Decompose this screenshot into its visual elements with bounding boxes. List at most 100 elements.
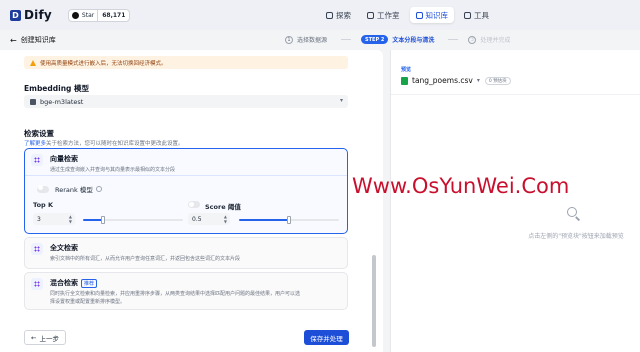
- estimated-chunks-badge: 0 预估块: [484, 76, 511, 85]
- settings-panel: 使用高质量模式进行嵌入后，无法切换回经济模式。 Embedding 模型 bge…: [0, 50, 383, 352]
- step-divider: [448, 39, 459, 40]
- preview-file-select[interactable]: tang_poems.csv ▾ 0 预估块: [401, 76, 511, 85]
- nav-tools-label: 工具: [474, 10, 489, 20]
- divider: [391, 94, 640, 95]
- step-3-number: 3: [468, 35, 477, 44]
- top-k-slider-handle[interactable]: [101, 216, 105, 224]
- help-icon: [95, 186, 102, 192]
- warning-banner: 使用高质量模式进行嵌入后，无法切换回经济模式。: [24, 56, 348, 69]
- nav-knowledge[interactable]: 知识库: [409, 7, 454, 23]
- hybrid-search-icon: [31, 278, 43, 290]
- steps-bar: ← 创建知识库 1 选择数据源 STEP 2 文本分段与清洗 3 处理并完成: [0, 30, 640, 50]
- back-label: 创建知识库: [20, 36, 56, 44]
- full-text-search-desc: 索引文档中的所有词汇，从而允许用户查询任意词汇，并返回包含这些词汇的文本片段: [50, 256, 241, 262]
- back-to-create-knowledge[interactable]: ← 创建知识库: [10, 35, 56, 45]
- hybrid-search-desc-line2: 择设置权重或配置重新排序模型。: [50, 299, 126, 305]
- chevron-down-icon: ▾: [339, 97, 343, 104]
- preview-panel: 预览 tang_poems.csv ▾ 0 预估块 点击左侧的"预览块"按钮来加…: [390, 50, 640, 352]
- preview-file-name: tang_poems.csv: [412, 76, 473, 85]
- score-threshold-value: 0.5: [192, 216, 202, 223]
- nav-tools[interactable]: 工具: [458, 7, 495, 23]
- retrieval-description: 了解更多关于检索方法，您可以随时在知识库设置中更改此设置。: [24, 139, 184, 147]
- dify-logo[interactable]: D Dify: [10, 8, 52, 22]
- hybrid-search-desc-line1: 同时执行全文检索和向量检索，并应用重排序步骤，从两类查询结果中选择匹配用户问题的…: [50, 291, 301, 297]
- top-k-value: 3: [37, 216, 41, 223]
- retrieval-settings-label: 检索设置: [24, 129, 54, 138]
- scrollbar[interactable]: [372, 255, 376, 347]
- step-1: 1 选择数据源: [285, 35, 327, 44]
- divider: [25, 175, 347, 176]
- step-1-number: 1: [285, 35, 293, 44]
- nav-explore[interactable]: 探索: [320, 7, 357, 23]
- vector-search-title: 向量检索: [50, 155, 78, 163]
- vector-search-option[interactable]: 向量检索 通过生成查询嵌入并查询与其向量表示最相似的文本分段 Rerank 模型…: [24, 148, 348, 234]
- score-threshold-slider-handle[interactable]: [287, 216, 291, 224]
- top-navigation-bar: D Dify Star 68,171 探索 工作室 知识库 工具: [0, 0, 640, 30]
- step-2-number: STEP 2: [361, 35, 389, 44]
- rerank-label: Rerank 模型: [55, 186, 93, 194]
- nav-knowledge-label: 知识库: [425, 10, 449, 20]
- step-divider: [341, 39, 352, 40]
- score-threshold-slider[interactable]: [239, 216, 339, 224]
- github-star-button[interactable]: Star 68,171: [67, 8, 131, 22]
- github-star-count: 68,171: [102, 11, 126, 19]
- embedding-model-label: Embedding 模型: [24, 84, 90, 93]
- score-threshold-slider-fill: [239, 219, 289, 221]
- step-1-label: 选择数据源: [297, 37, 328, 44]
- recommended-badge: 推荐: [81, 279, 98, 288]
- top-k-slider-fill: [83, 219, 103, 221]
- step-2-label: 文本分段与清洗: [392, 37, 435, 44]
- arrow-left-icon: ←: [10, 35, 17, 45]
- full-text-search-icon: [31, 243, 43, 255]
- top-k-label: Top K: [33, 201, 53, 209]
- vector-search-header: 向量检索 通过生成查询嵌入并查询与其向量表示最相似的文本分段: [31, 154, 175, 173]
- embedding-model-select[interactable]: bge-m3latest ▾: [24, 95, 348, 108]
- save-and-process-button[interactable]: 保存并处理: [304, 330, 349, 345]
- nav-studio[interactable]: 工作室: [361, 7, 406, 23]
- main-nav: 探索 工作室 知识库 工具: [320, 7, 495, 23]
- arrow-left-icon: ←: [31, 333, 37, 342]
- vector-search-icon: [31, 154, 43, 166]
- embedding-model-value: bge-m3latest: [40, 97, 84, 106]
- warning-icon: [30, 59, 36, 66]
- top-k-slider[interactable]: [83, 216, 183, 224]
- learn-more-link[interactable]: 了解更多: [24, 141, 46, 147]
- full-text-search-option[interactable]: 全文检索 索引文档中的所有词汇，从而允许用户查询任意词汇，并返回包含这些词汇的文…: [24, 237, 348, 269]
- rerank-toggle[interactable]: [37, 185, 49, 193]
- previous-step-label: 上一步: [39, 334, 59, 343]
- stepper: 1 选择数据源 STEP 2 文本分段与清洗 3 处理并完成: [285, 35, 524, 44]
- step-3-label: 处理并完成: [480, 37, 511, 44]
- full-text-search-title: 全文检索: [50, 244, 78, 252]
- hybrid-search-option[interactable]: 混合检索 推荐 同时执行全文检索和向量检索，并应用重排序步骤，从两类查询结果中选择…: [24, 272, 348, 310]
- score-threshold-input[interactable]: 0.5 ▲ ▼: [188, 213, 230, 225]
- hybrid-search-title: 混合检索: [50, 279, 78, 287]
- rerank-row: Rerank 模型: [37, 184, 102, 194]
- warning-text: 使用高质量模式进行嵌入后，无法切换回经济模式。: [40, 60, 167, 67]
- retrieval-description-text: 关于检索方法，您可以随时在知识库设置中更改此设置。: [46, 141, 184, 147]
- step-3: 3 处理并完成: [468, 35, 510, 44]
- chevron-down-icon: ▾: [476, 77, 480, 84]
- dify-logo-mark: D: [10, 9, 21, 21]
- tools-icon: [464, 11, 471, 19]
- zoom-search-icon: [567, 207, 577, 217]
- github-icon: [71, 11, 79, 19]
- stepper-arrows-icon[interactable]: ▲ ▼: [224, 214, 227, 224]
- watermark: Www.OsYunWei.Com: [352, 174, 570, 198]
- previous-step-button[interactable]: ← 上一步: [24, 330, 66, 345]
- nav-explore-label: 探索: [336, 10, 351, 20]
- explore-icon: [326, 11, 333, 19]
- github-star-label: Star: [81, 11, 95, 19]
- knowledge-icon: [415, 11, 423, 19]
- hybrid-search-header: 混合检索 推荐 同时执行全文检索和向量检索，并应用重排序步骤，从两类查询结果中选择…: [31, 278, 300, 305]
- preview-empty-hint: 点击左侧的"预览块"按钮来加载预览: [528, 233, 624, 240]
- nav-studio-label: 工作室: [377, 10, 400, 20]
- stepper-arrows-icon[interactable]: ▲ ▼: [69, 214, 72, 224]
- csv-file-icon: [401, 76, 408, 85]
- app-name: Dify: [24, 8, 52, 22]
- top-k-input[interactable]: 3 ▲ ▼: [33, 213, 75, 225]
- step-2: STEP 2 文本分段与清洗: [361, 35, 434, 44]
- score-threshold-toggle[interactable]: [188, 201, 200, 208]
- hybrid-search-title-row: 混合检索 推荐: [50, 278, 300, 288]
- studio-icon: [367, 11, 374, 19]
- save-and-process-label: 保存并处理: [310, 334, 343, 343]
